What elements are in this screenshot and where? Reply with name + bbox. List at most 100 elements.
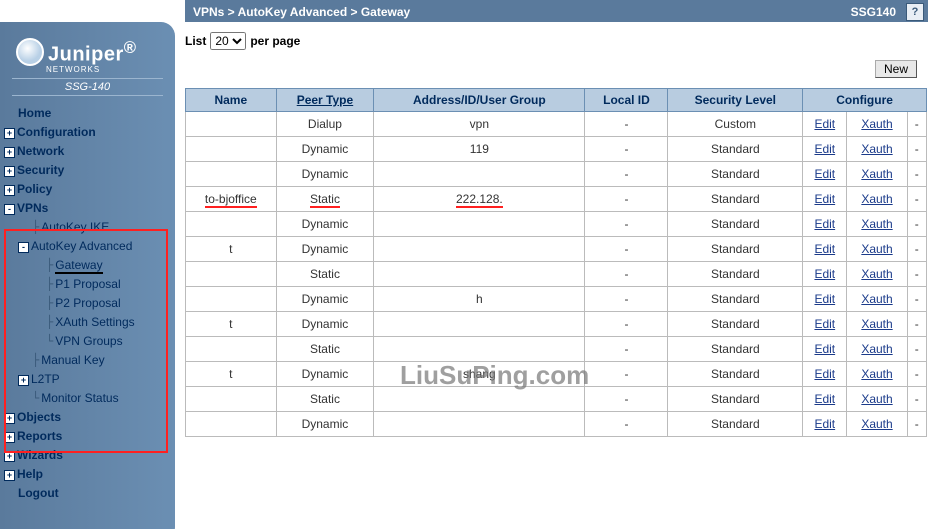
cell-edit[interactable]: Edit (803, 162, 847, 187)
list-per-page-row: List 20 per page (185, 24, 927, 56)
cell-addr (374, 312, 585, 337)
cell-name (186, 137, 277, 162)
nav-autokey-advanced[interactable]: -AutoKey Advanced (18, 237, 171, 256)
cell-xauth[interactable]: Xauth (847, 237, 907, 262)
cell-xauth[interactable]: Xauth (847, 312, 907, 337)
cell-edit[interactable]: Edit (803, 187, 847, 212)
nav-p2-proposal[interactable]: ├P2 Proposal (32, 294, 171, 313)
table-row: Static-StandardEditXauth- (186, 337, 927, 362)
cell-peer: Dialup (276, 112, 374, 137)
table-row: Dynamic-StandardEditXauth- (186, 212, 927, 237)
col-peer-type[interactable]: Peer Type (276, 89, 374, 112)
cell-addr (374, 212, 585, 237)
cell-dash: - (907, 162, 926, 187)
topbar: VPNs > AutoKey Advanced > Gateway SSG140 (185, 0, 928, 22)
nav-l2tp[interactable]: +L2TP (18, 370, 171, 389)
nav-security[interactable]: +Security (4, 161, 171, 180)
cell-name (186, 412, 277, 437)
cell-addr (374, 262, 585, 287)
cell-xauth[interactable]: Xauth (847, 362, 907, 387)
table-row: to-bjofficeStatic222.128.-StandardEditXa… (186, 187, 927, 212)
nav-vpns[interactable]: -VPNs (4, 199, 171, 218)
cell-dash: - (907, 287, 926, 312)
cell-edit[interactable]: Edit (803, 412, 847, 437)
cell-name (186, 262, 277, 287)
nav-vpn-groups[interactable]: └VPN Groups (32, 332, 171, 351)
cell-sec: Standard (668, 387, 803, 412)
cell-dash: - (907, 187, 926, 212)
cell-peer: Dynamic (276, 362, 374, 387)
cell-name: t (186, 237, 277, 262)
cell-peer: Dynamic (276, 162, 374, 187)
nav-wizards[interactable]: +Wizards (4, 446, 171, 465)
cell-sec: Standard (668, 137, 803, 162)
cell-dash: - (907, 312, 926, 337)
nav-objects[interactable]: +Objects (4, 408, 171, 427)
cell-addr (374, 237, 585, 262)
nav-p1-proposal[interactable]: ├P1 Proposal (32, 275, 171, 294)
globe-icon (16, 38, 44, 66)
cell-name (186, 387, 277, 412)
cell-dash: - (907, 137, 926, 162)
nav-manual-key[interactable]: ├Manual Key (18, 351, 171, 370)
cell-local: - (585, 262, 668, 287)
logo: Juniper® (0, 34, 175, 69)
cell-edit[interactable]: Edit (803, 212, 847, 237)
cell-xauth[interactable]: Xauth (847, 412, 907, 437)
col-configure: Configure (803, 89, 927, 112)
cell-peer: Dynamic (276, 212, 374, 237)
cell-edit[interactable]: Edit (803, 337, 847, 362)
nav-configuration[interactable]: +Configuration (4, 123, 171, 142)
cell-name (186, 287, 277, 312)
cell-sec: Standard (668, 312, 803, 337)
cell-xauth[interactable]: Xauth (847, 137, 907, 162)
cell-xauth[interactable]: Xauth (847, 337, 907, 362)
nav-help[interactable]: +Help (4, 465, 171, 484)
cell-sec: Standard (668, 212, 803, 237)
col-security-level: Security Level (668, 89, 803, 112)
table-row: tDynamicshang-StandardEditXauth- (186, 362, 927, 387)
nav-policy[interactable]: +Policy (4, 180, 171, 199)
cell-local: - (585, 387, 668, 412)
cell-peer: Static (276, 262, 374, 287)
cell-xauth[interactable]: Xauth (847, 162, 907, 187)
help-icon[interactable]: ? (906, 3, 924, 21)
cell-xauth[interactable]: Xauth (847, 262, 907, 287)
nav-network[interactable]: +Network (4, 142, 171, 161)
cell-dash: - (907, 337, 926, 362)
sidebar: Juniper® NETWORKS SSG-140 Home +Configur… (0, 22, 175, 529)
cell-edit[interactable]: Edit (803, 362, 847, 387)
nav-home[interactable]: Home (4, 104, 171, 123)
cell-xauth[interactable]: Xauth (847, 212, 907, 237)
cell-local: - (585, 237, 668, 262)
cell-edit[interactable]: Edit (803, 137, 847, 162)
cell-xauth[interactable]: Xauth (847, 187, 907, 212)
nav-gateway[interactable]: ├Gateway (32, 256, 171, 275)
cell-edit[interactable]: Edit (803, 312, 847, 337)
cell-xauth[interactable]: Xauth (847, 112, 907, 137)
nav-autokey-ike[interactable]: ├AutoKey IKE (18, 218, 171, 237)
nav-monitor-status[interactable]: └Monitor Status (18, 389, 171, 408)
cell-dash: - (907, 362, 926, 387)
cell-name (186, 162, 277, 187)
nav-logout[interactable]: Logout (4, 484, 171, 503)
cell-edit[interactable]: Edit (803, 262, 847, 287)
cell-name: to-bjoffice (186, 187, 277, 212)
cell-edit[interactable]: Edit (803, 387, 847, 412)
cell-xauth[interactable]: Xauth (847, 287, 907, 312)
table-row: tDynamic-StandardEditXauth- (186, 237, 927, 262)
list-select[interactable]: 20 (210, 32, 246, 50)
cell-edit[interactable]: Edit (803, 112, 847, 137)
cell-xauth[interactable]: Xauth (847, 387, 907, 412)
cell-addr: vpn (374, 112, 585, 137)
cell-edit[interactable]: Edit (803, 237, 847, 262)
cell-addr (374, 162, 585, 187)
nav-xauth-settings[interactable]: ├XAuth Settings (32, 313, 171, 332)
nav-reports[interactable]: +Reports (4, 427, 171, 446)
table-row: Dialupvpn-CustomEditXauth- (186, 112, 927, 137)
table-row: tDynamic-StandardEditXauth- (186, 312, 927, 337)
cell-addr: h (374, 287, 585, 312)
cell-edit[interactable]: Edit (803, 287, 847, 312)
new-button[interactable]: New (875, 60, 917, 78)
col-name: Name (186, 89, 277, 112)
